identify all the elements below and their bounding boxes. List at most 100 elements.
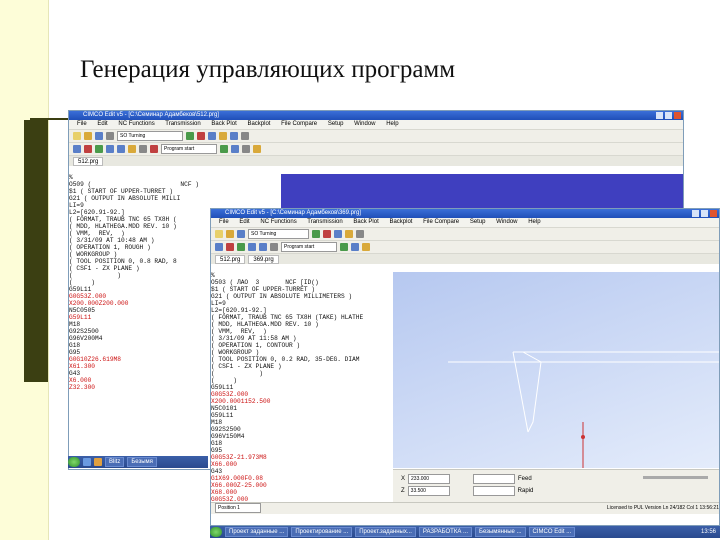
- code-line[interactable]: ( ): [211, 370, 391, 377]
- code-line[interactable]: ( MDD, HLATHEGA.MDD REV. 10 ): [211, 321, 391, 328]
- code-line[interactable]: O503 ( ЛАО 3 NCF [ID(): [211, 279, 391, 286]
- menu-setup[interactable]: Setup: [328, 121, 344, 127]
- program-start-select[interactable]: Program start: [161, 144, 217, 154]
- program-start-select[interactable]: Program start: [281, 242, 337, 252]
- quicklaunch-icon[interactable]: [83, 458, 91, 466]
- menu-transmission[interactable]: Transmission: [165, 121, 200, 127]
- code-line[interactable]: ( VMM, REV, ): [211, 328, 391, 335]
- taskbar-item[interactable]: РАЗРАБОТКА ...: [418, 527, 473, 537]
- code-line[interactable]: G92S2500: [211, 426, 391, 433]
- play-icon[interactable]: [220, 145, 228, 153]
- stop-icon[interactable]: [323, 230, 331, 238]
- machine-select[interactable]: SO Turning: [248, 229, 309, 239]
- save-icon[interactable]: [95, 132, 103, 140]
- code-line[interactable]: ( OPERATION 1, CONTOUR ): [211, 342, 391, 349]
- taskbar-item[interactable]: Проектирование ...: [291, 527, 353, 537]
- play-icon[interactable]: [340, 243, 348, 251]
- new-file-icon[interactable]: [215, 230, 223, 238]
- code-line[interactable]: G21 ( OUTPUT IN ABSOLUTE MILLIMETERS ): [211, 293, 391, 300]
- copy-icon[interactable]: [237, 243, 245, 251]
- code-line[interactable]: G59L11: [211, 412, 391, 419]
- x-value-field[interactable]: 233.000: [408, 474, 451, 484]
- code-line[interactable]: ( WORKGROUP ): [211, 349, 391, 356]
- start-button[interactable]: [210, 527, 222, 537]
- position-select[interactable]: Position 1: [215, 503, 261, 513]
- code-line[interactable]: X66.000Z-25.000: [211, 482, 391, 489]
- folder-icon[interactable]: [219, 132, 227, 140]
- zoom-icon[interactable]: [208, 132, 216, 140]
- code-line[interactable]: G95: [211, 447, 391, 454]
- grid-icon[interactable]: [139, 145, 147, 153]
- menu-help[interactable]: Help: [386, 121, 398, 127]
- folder-icon[interactable]: [345, 230, 353, 238]
- z-value-field[interactable]: 33.500: [407, 486, 450, 496]
- code-line[interactable]: G1X69.000F0.08: [211, 475, 391, 482]
- menu-back-plot[interactable]: Back Plot: [211, 121, 236, 127]
- code-line[interactable]: ( TOOL POSITION 0, 0.2 RAD, 35-DEG. DIAM: [211, 356, 391, 363]
- menu-help[interactable]: Help: [528, 219, 540, 225]
- code-line[interactable]: N5C0101: [211, 405, 391, 412]
- close-icon[interactable]: [710, 210, 717, 217]
- step-icon[interactable]: [231, 145, 239, 153]
- step-icon[interactable]: [351, 243, 359, 251]
- tab-369[interactable]: 369.prg: [248, 255, 279, 264]
- run-icon[interactable]: [312, 230, 320, 238]
- settings-icon[interactable]: [356, 230, 364, 238]
- menu-file[interactable]: File: [219, 219, 229, 225]
- menu-window[interactable]: Window: [354, 121, 375, 127]
- code-line[interactable]: X200.0001152.500: [211, 398, 391, 405]
- menu-edit[interactable]: Edit: [239, 219, 249, 225]
- minimize-icon[interactable]: [656, 112, 663, 119]
- menu-edit[interactable]: Edit: [97, 121, 107, 127]
- menu-file-compare[interactable]: File Compare: [423, 219, 459, 225]
- code-line[interactable]: ( CSF1 - ZX PLANE ): [211, 363, 391, 370]
- machine-select[interactable]: SO Turning: [117, 131, 183, 141]
- menu-backplot[interactable]: Backplot: [389, 219, 412, 225]
- code-line[interactable]: LI=9: [211, 300, 391, 307]
- save-icon[interactable]: [237, 230, 245, 238]
- taskbar-item[interactable]: Безымянные ...: [475, 527, 526, 537]
- front-viewport[interactable]: [393, 272, 719, 468]
- close-icon[interactable]: [674, 112, 681, 119]
- run-icon[interactable]: [186, 132, 194, 140]
- tab-512[interactable]: 512.prg: [215, 255, 246, 264]
- code-line[interactable]: %: [69, 174, 279, 181]
- menu-file-compare[interactable]: File Compare: [281, 121, 317, 127]
- rapid-field[interactable]: [472, 486, 515, 496]
- code-line[interactable]: G0G53Z-21.973M8: [211, 454, 391, 461]
- print-icon[interactable]: [106, 132, 114, 140]
- settings-icon[interactable]: [241, 132, 249, 140]
- menu-backplot[interactable]: Backplot: [247, 121, 270, 127]
- open-folder-icon[interactable]: [84, 132, 92, 140]
- cut-icon[interactable]: [84, 145, 92, 153]
- code-line[interactable]: G59L11: [211, 384, 391, 391]
- menu-back-plot[interactable]: Back Plot: [353, 219, 378, 225]
- copy-icon[interactable]: [95, 145, 103, 153]
- open-folder-icon[interactable]: [226, 230, 234, 238]
- code-line[interactable]: ( ): [211, 377, 391, 384]
- taskbar-item[interactable]: Проект заданные ...: [225, 527, 289, 537]
- code-line[interactable]: L2=[620.91-92.]: [211, 307, 391, 314]
- refresh-icon[interactable]: [230, 132, 238, 140]
- back-window-titlebar[interactable]: CIMCO Edit v5 - [C:\Семинар Адамбеков\51…: [69, 111, 683, 120]
- code-line[interactable]: X66.000: [211, 461, 391, 468]
- stop-icon[interactable]: [197, 132, 205, 140]
- code-line[interactable]: ( 3/31/09 AT 11:58 AM ): [211, 335, 391, 342]
- zoom-out-icon[interactable]: [259, 243, 267, 251]
- code-line[interactable]: $1 ( START OF UPPER-TURRET ): [211, 286, 391, 293]
- menu-window[interactable]: Window: [496, 219, 517, 225]
- taskbar-item[interactable]: Проект.заданных...: [355, 527, 416, 537]
- taskbar-item[interactable]: Blitz: [105, 457, 125, 467]
- menu-setup[interactable]: Setup: [470, 219, 486, 225]
- menu-file[interactable]: File: [77, 121, 87, 127]
- taskbar-item[interactable]: CIMCO Edit ...: [528, 527, 576, 537]
- zoom-in-icon[interactable]: [248, 243, 256, 251]
- find-icon[interactable]: [73, 145, 81, 153]
- zoom-in-icon[interactable]: [106, 145, 114, 153]
- zoom-icon[interactable]: [334, 230, 342, 238]
- camera-icon[interactable]: [253, 145, 261, 153]
- fit-icon[interactable]: [128, 145, 136, 153]
- pause-icon[interactable]: [242, 145, 250, 153]
- front-window-titlebar[interactable]: CIMCO Edit v5 - [C:\Семинар Адамбеков\36…: [211, 209, 719, 218]
- taskbar-item[interactable]: Безымя: [127, 457, 157, 467]
